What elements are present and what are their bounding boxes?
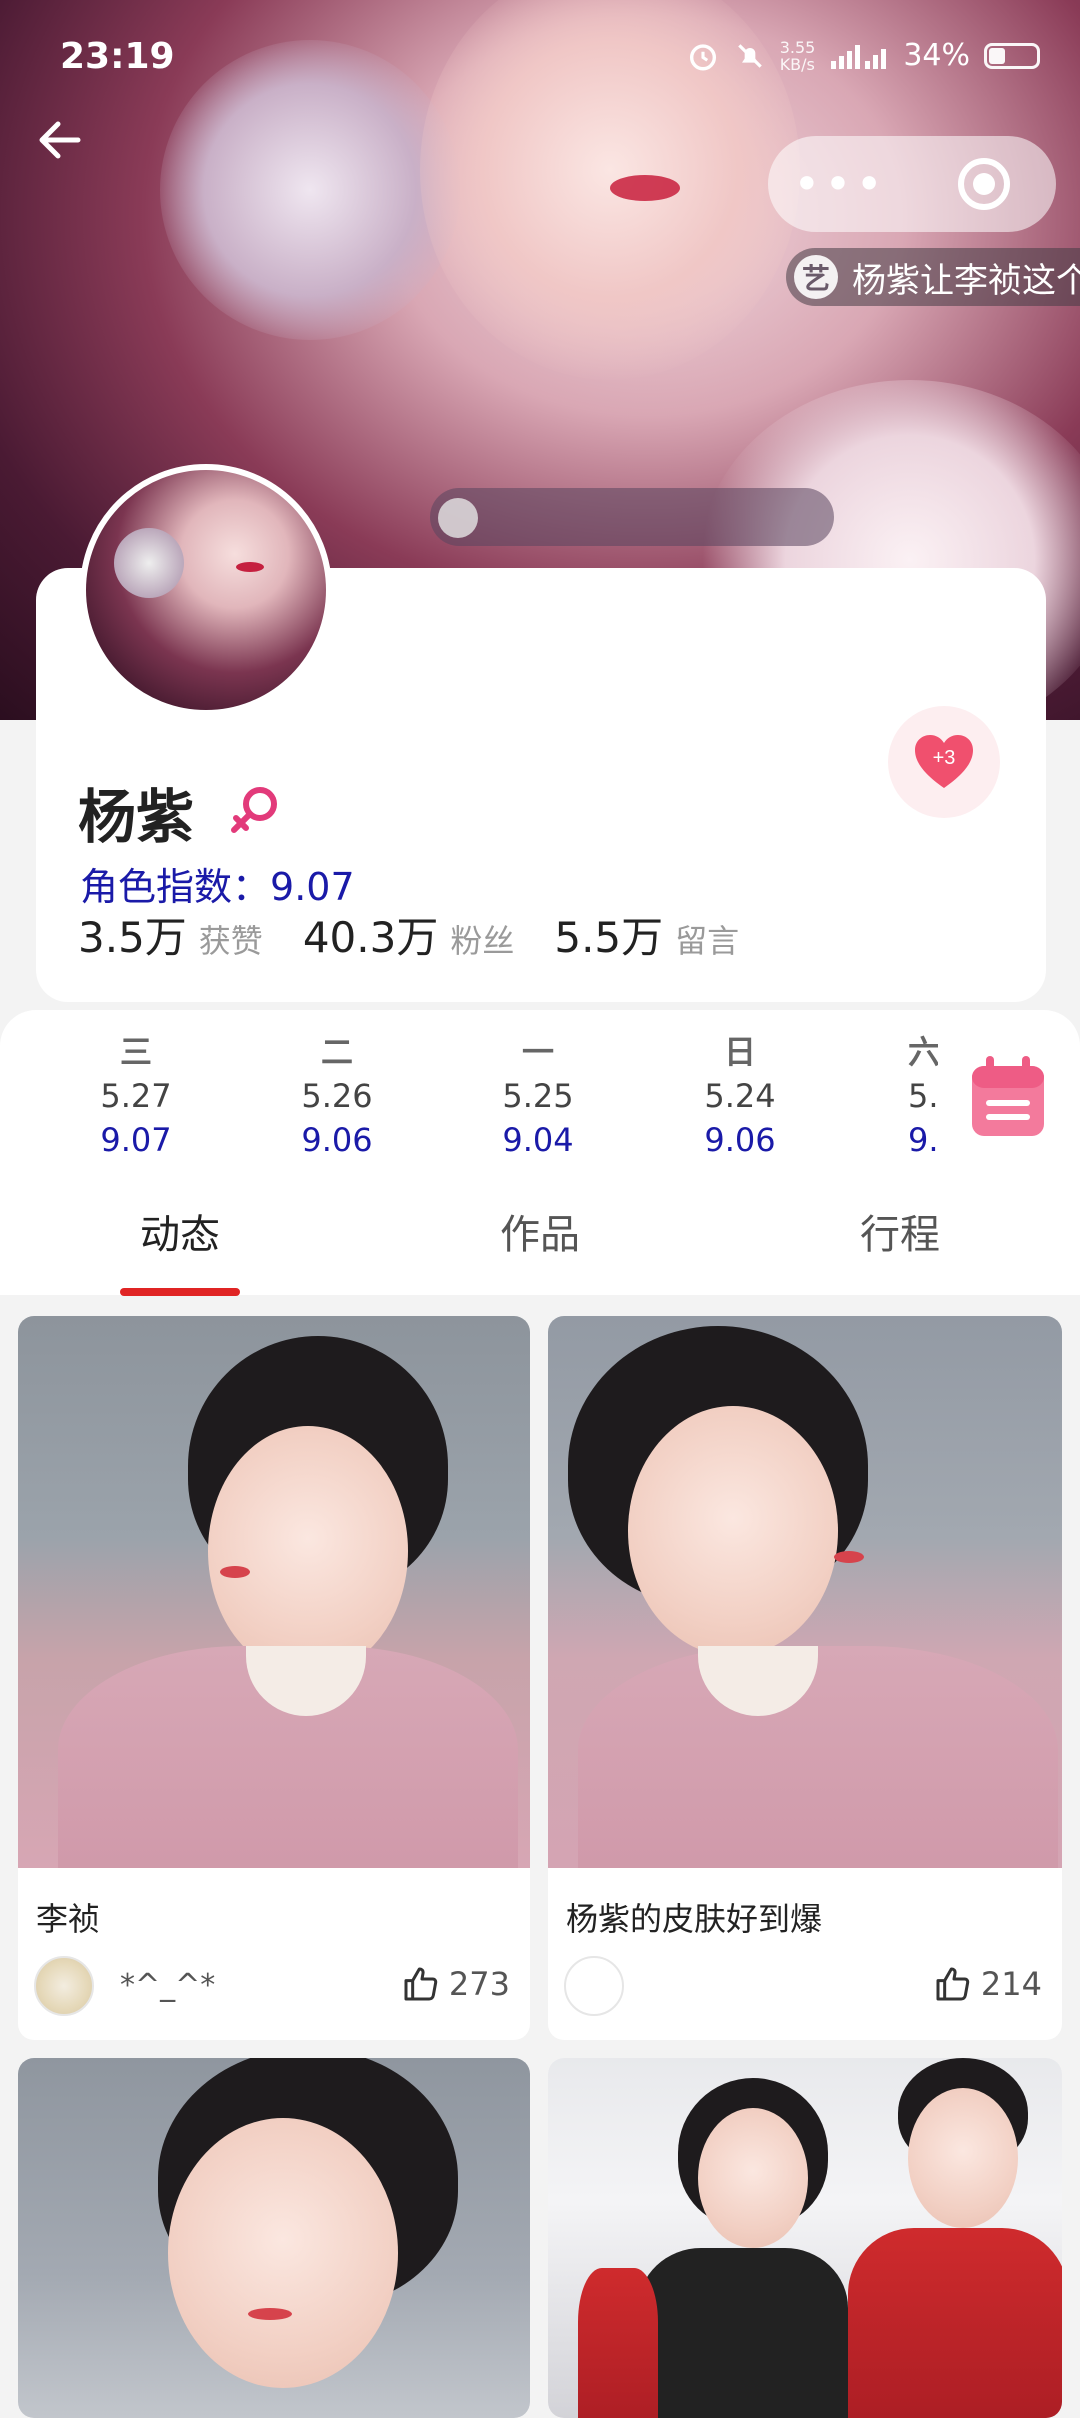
- tab-schedule[interactable]: 行程: [780, 1195, 1020, 1275]
- post-card[interactable]: 杨紫的皮肤好到爆 214: [548, 1316, 1062, 2040]
- day-date: 5.: [908, 1077, 938, 1115]
- signal-icon: [831, 44, 887, 69]
- network-speed: 3.55 KB/s: [779, 37, 816, 74]
- day-score: 9.07: [100, 1121, 172, 1159]
- day-item[interactable]: 二 5.26 9.06: [267, 1030, 407, 1162]
- day-weekday: 二: [320, 1033, 353, 1071]
- post-like-button[interactable]: 273: [401, 1964, 510, 2004]
- post-title: 杨紫的皮肤好到爆: [566, 1900, 823, 1938]
- status-icons: 3.55 KB/s 34%: [686, 38, 1040, 73]
- comments-label: 留言: [675, 922, 740, 960]
- close-mini-program-button[interactable]: [912, 158, 1056, 210]
- day-weekday: 三: [119, 1033, 152, 1071]
- calendar-icon[interactable]: [968, 1052, 1048, 1142]
- fans-label: 粉丝: [450, 922, 515, 960]
- post-image: [548, 1316, 1062, 1868]
- role-index-value: 9.07: [270, 865, 355, 909]
- day-score: 9.06: [704, 1121, 776, 1159]
- author-avatar[interactable]: [564, 1956, 624, 2016]
- tab-feed[interactable]: 动态: [60, 1195, 300, 1275]
- post-image: [18, 1316, 530, 1868]
- fans-count: 40.3万: [302, 913, 439, 962]
- role-index: 角色指数：9.07: [80, 856, 355, 911]
- post-meta: 214: [548, 1946, 1062, 2032]
- day-item[interactable]: 日 5.24 9.06: [670, 1030, 810, 1162]
- thumbs-up-icon: [404, 1967, 438, 2001]
- day-score: 9.: [908, 1121, 938, 1159]
- content-tabs: 动态 作品 行程: [0, 1195, 1080, 1295]
- day-weekday: 六: [908, 1033, 938, 1071]
- post-image: [548, 2058, 1062, 2418]
- heart-icon: +3: [915, 735, 973, 788]
- day-weekday: 一: [521, 1033, 554, 1071]
- marquee-text: 杨紫让李祯这个: [852, 260, 1080, 301]
- day-item[interactable]: 六 5. 9.: [872, 1030, 938, 1162]
- day-date: 5.24: [704, 1077, 776, 1115]
- back-arrow-icon: [39, 121, 81, 159]
- day-score: 9.06: [301, 1121, 373, 1159]
- tab-works[interactable]: 作品: [420, 1195, 660, 1275]
- day-item[interactable]: 三 5.27 9.07: [66, 1030, 206, 1162]
- like-badge-count: +3: [933, 747, 956, 769]
- like-count: 214: [980, 1965, 1042, 2003]
- marquee-badge: 艺: [794, 255, 838, 299]
- active-tab-indicator: [120, 1288, 240, 1296]
- female-icon: [231, 787, 277, 833]
- status-time: 23:19: [60, 36, 175, 77]
- post-card[interactable]: [18, 2058, 530, 2418]
- profile-name: 杨紫: [78, 783, 195, 851]
- likes-label: 获赞: [198, 922, 263, 960]
- post-like-button[interactable]: 214: [933, 1964, 1042, 2004]
- more-dots-icon: •••: [793, 157, 887, 211]
- day-date: 5.27: [100, 1077, 172, 1115]
- thumbs-up-icon: [936, 1967, 970, 2001]
- status-bar: 23:19 3.55 KB/s 34%: [0, 0, 1080, 120]
- day-date: 5.25: [502, 1077, 574, 1115]
- day-item[interactable]: 一 5.25 9.04: [468, 1030, 608, 1162]
- alarm-icon: [689, 43, 716, 70]
- more-button[interactable]: •••: [768, 161, 912, 207]
- post-title: 李祯: [36, 1900, 101, 1938]
- author-avatar[interactable]: [34, 1956, 94, 2016]
- post-card[interactable]: [548, 2058, 1062, 2418]
- mute-bell-icon: [737, 43, 762, 68]
- mini-program-capsule: •••: [768, 136, 1056, 232]
- day-score: 9.04: [502, 1121, 574, 1159]
- day-date: 5.26: [301, 1077, 373, 1115]
- comments-count: 5.5万: [554, 913, 664, 962]
- post-image: [18, 2058, 530, 2418]
- blurred-notification-pill[interactable]: [430, 488, 834, 546]
- avatar[interactable]: [80, 464, 332, 716]
- target-circle-icon: [958, 158, 1010, 210]
- role-index-label: 角色指数：: [80, 865, 271, 909]
- post-meta: *^_^* 273: [18, 1946, 530, 2032]
- battery-icon: [984, 42, 1040, 69]
- news-marquee[interactable]: 艺 杨紫让李祯这个: [786, 248, 1080, 306]
- post-card[interactable]: 李祯 *^_^* 273: [18, 1316, 530, 2040]
- like-count: 273: [448, 1965, 510, 2003]
- battery-percent: 34%: [903, 38, 970, 73]
- author-name: *^_^*: [120, 1968, 216, 2003]
- back-button[interactable]: [30, 110, 100, 180]
- likes-count: 3.5万: [78, 913, 187, 962]
- profile-stats: 3.5万 获赞 40.3万 粉丝 5.5万 留言: [78, 904, 779, 965]
- like-plus-button[interactable]: +3: [888, 706, 1000, 818]
- day-weekday: 日: [723, 1033, 756, 1071]
